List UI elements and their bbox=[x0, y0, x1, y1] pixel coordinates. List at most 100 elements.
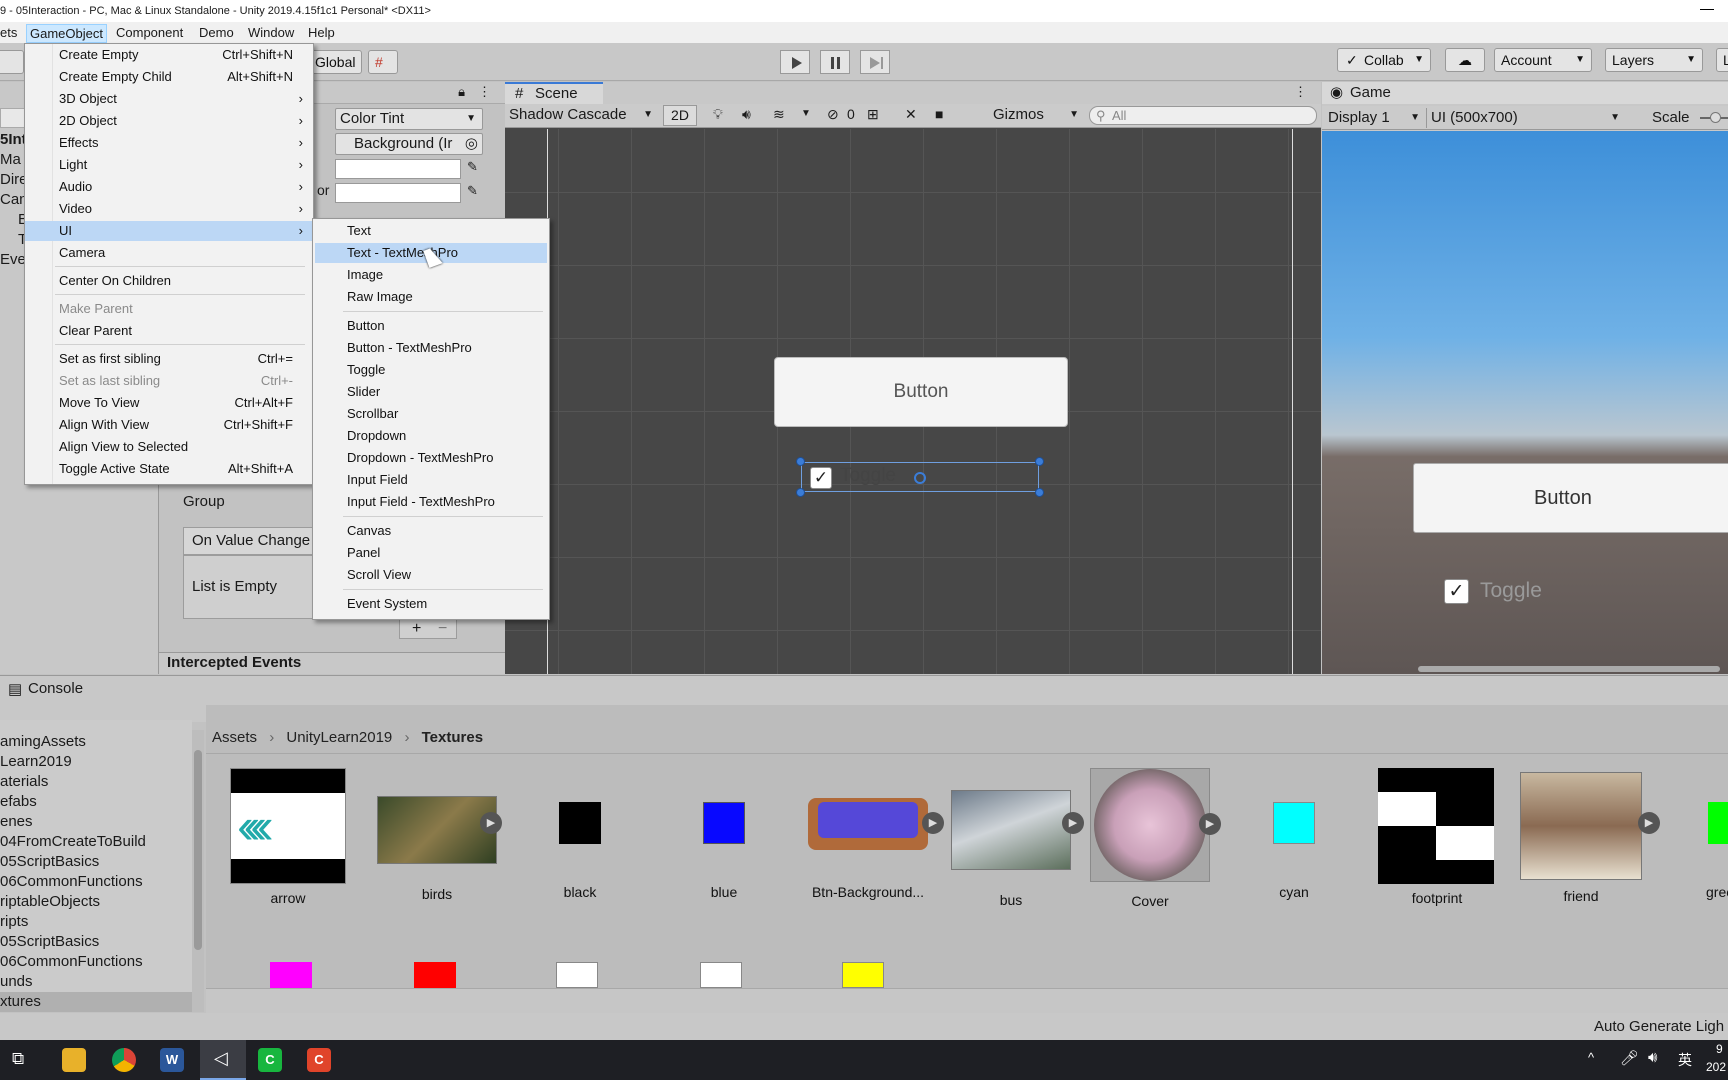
object-picker-icon[interactable]: ◎ bbox=[465, 134, 478, 154]
gizmos-dropdown[interactable]: Gizmos ▼ bbox=[993, 105, 1081, 125]
submenu-item-text[interactable]: Text bbox=[313, 221, 549, 241]
word-icon[interactable]: W bbox=[160, 1048, 184, 1072]
layers-dropdown[interactable]: Layers ▼ bbox=[1605, 48, 1703, 72]
menu-item-video[interactable]: Video › bbox=[25, 199, 313, 219]
folder-item[interactable]: amingAssets bbox=[0, 732, 86, 752]
folder-item[interactable]: 05ScriptBasics bbox=[0, 852, 99, 872]
asset-friend[interactable]: ▶ friend bbox=[1516, 768, 1660, 904]
task-view-icon[interactable]: ⧉ bbox=[12, 1049, 24, 1069]
menu-item-align-view-to-selected[interactable]: Align View to Selected bbox=[25, 437, 313, 457]
menu-component[interactable]: Component bbox=[113, 24, 186, 41]
submenu-item-event-system[interactable]: Event System bbox=[313, 594, 549, 614]
submenu-item-input-field[interactable]: Input Field bbox=[313, 470, 549, 490]
asset-white-preview[interactable] bbox=[700, 962, 742, 988]
collab-dropdown[interactable]: Collab ✓ ▼ bbox=[1337, 48, 1431, 72]
expand-arrow-icon[interactable]: ▶ bbox=[480, 812, 502, 834]
expand-arrow-icon[interactable]: ▶ bbox=[1199, 813, 1221, 835]
color-field[interactable] bbox=[335, 183, 461, 203]
resolution-dropdown[interactable]: UI (500x700) ▼ bbox=[1426, 108, 1620, 128]
folder-item-selected[interactable]: xtures bbox=[0, 992, 192, 1012]
checkmark-icon[interactable]: ✓ bbox=[1444, 579, 1469, 604]
menu-item-light[interactable]: Light › bbox=[25, 155, 313, 175]
scene-toggle-rect[interactable]: ✓ Toggle bbox=[796, 457, 1044, 497]
asset-cyan[interactable]: cyan bbox=[1236, 768, 1352, 900]
breadcrumb-textures[interactable]: Textures bbox=[422, 729, 483, 746]
asset-btn-background[interactable]: ▶ Btn-Background... bbox=[800, 768, 944, 900]
asset-cover[interactable]: ▶ Cover bbox=[1090, 768, 1221, 909]
game-viewport[interactable]: Button ✓ Toggle bbox=[1322, 131, 1728, 674]
2d-toggle[interactable]: 2D bbox=[663, 105, 697, 126]
menu-item-set-first-sibling[interactable]: Set as first sibling Ctrl+= bbox=[25, 349, 313, 369]
menu-item-move-to-view[interactable]: Move To View Ctrl+Alt+F bbox=[25, 393, 313, 413]
expand-arrow-icon[interactable]: ▶ bbox=[1638, 812, 1660, 834]
clock-date[interactable]: 202 bbox=[1706, 1060, 1726, 1074]
asset-red-preview[interactable] bbox=[414, 962, 456, 988]
breadcrumb-unitylearn[interactable]: UnityLearn2019 bbox=[286, 729, 392, 746]
expand-arrow-icon[interactable]: ▶ bbox=[1062, 812, 1084, 834]
shading-mode-dropdown[interactable]: Shadow Cascade ▼ bbox=[509, 105, 657, 125]
file-explorer-icon[interactable] bbox=[62, 1048, 86, 1072]
intercepted-events-header[interactable]: Intercepted Events bbox=[159, 652, 505, 674]
menu-item-create-empty-child[interactable]: Create Empty Child Alt+Shift+N bbox=[25, 67, 313, 87]
submenu-item-panel[interactable]: Panel bbox=[313, 543, 549, 563]
submenu-item-input-field-textmeshpro[interactable]: Input Field - TextMeshPro bbox=[313, 492, 549, 512]
clock-time[interactable]: 9 bbox=[1716, 1042, 1723, 1056]
color-field[interactable] bbox=[335, 159, 461, 179]
asset-magenta-preview[interactable] bbox=[270, 962, 312, 988]
submenu-item-slider[interactable]: Slider bbox=[313, 382, 549, 402]
ime-indicator[interactable]: 英 bbox=[1678, 1050, 1692, 1070]
folder-item[interactable]: unds bbox=[0, 972, 33, 992]
asset-bus[interactable]: ▶ bus bbox=[946, 768, 1084, 908]
rect-tool-icon[interactable] bbox=[0, 50, 24, 74]
asset-black[interactable]: black bbox=[522, 768, 638, 900]
layout-dropdown[interactable]: L bbox=[1716, 48, 1728, 72]
menu-help[interactable]: Help bbox=[305, 24, 338, 41]
expand-arrow-icon[interactable]: ▶ bbox=[922, 812, 944, 834]
menu-item-3d-object[interactable]: 3D Object › bbox=[25, 89, 313, 109]
tray-chevron-icon[interactable]: ^ bbox=[1588, 1050, 1594, 1065]
pause-button[interactable] bbox=[820, 50, 850, 74]
cloud-button[interactable]: ☁ bbox=[1445, 48, 1485, 72]
microphone-icon[interactable]: 🎤︎ bbox=[1620, 1049, 1639, 1067]
eyedropper-icon[interactable]: ✎ bbox=[467, 159, 478, 175]
lock-icon[interactable]: 🔒︎ bbox=[458, 84, 465, 100]
submenu-item-dropdown-textmeshpro[interactable]: Dropdown - TextMeshPro bbox=[313, 448, 549, 468]
game-button[interactable]: Button bbox=[1413, 463, 1728, 533]
tab-scene[interactable]: # Scene bbox=[505, 82, 603, 104]
hidden-objects-icon[interactable]: ⊘ bbox=[827, 106, 839, 123]
asset-green[interactable]: gree bbox=[1676, 768, 1728, 900]
menu-item-center-on-children[interactable]: Center On Children bbox=[25, 271, 313, 291]
submenu-item-scroll-view[interactable]: Scroll View bbox=[313, 565, 549, 585]
menu-item-2d-object[interactable]: 2D Object › bbox=[25, 111, 313, 131]
panel-menu-icon[interactable]: ⋮ bbox=[1294, 84, 1307, 100]
asset-white-preview[interactable] bbox=[556, 962, 598, 988]
submenu-item-raw-image[interactable]: Raw Image bbox=[313, 287, 549, 307]
folder-item[interactable]: ripts bbox=[0, 912, 28, 932]
menu-item-align-with-view[interactable]: Align With View Ctrl+Shift+F bbox=[25, 415, 313, 435]
tab-console[interactable]: ▤ Console bbox=[8, 680, 83, 698]
folder-item[interactable]: 04FromCreateToBuild bbox=[0, 832, 146, 852]
submenu-item-canvas[interactable]: Canvas bbox=[313, 521, 549, 541]
eyedropper-icon[interactable]: ✎ bbox=[467, 183, 478, 199]
target-graphic-field[interactable]: Background (Ir ◎ bbox=[335, 133, 483, 155]
tree-scrollbar-thumb[interactable] bbox=[194, 750, 202, 950]
asset-birds[interactable]: ▶ birds bbox=[372, 768, 502, 902]
tab-game[interactable]: ◉ Game bbox=[1322, 82, 1422, 104]
step-button[interactable] bbox=[860, 50, 890, 74]
folder-item[interactable]: efabs bbox=[0, 792, 37, 812]
camtasia-icon[interactable]: C bbox=[258, 1048, 282, 1072]
asset-blue[interactable]: blue bbox=[666, 768, 782, 900]
chrome-icon[interactable] bbox=[112, 1048, 136, 1072]
folder-item[interactable]: Learn2019 bbox=[0, 752, 72, 772]
display-dropdown[interactable]: Display 1 ▼ bbox=[1328, 108, 1420, 128]
tools-icon[interactable]: ✕ bbox=[905, 106, 917, 123]
panel-menu-icon[interactable]: ⋮ bbox=[478, 84, 491, 100]
pivot-handle[interactable] bbox=[914, 472, 926, 484]
volume-icon[interactable]: 🔊︎ bbox=[1648, 1049, 1657, 1066]
transition-dropdown[interactable]: Color Tint ▼ bbox=[335, 108, 483, 130]
folder-item[interactable]: enes bbox=[0, 812, 33, 832]
scene-viewport[interactable]: Button ✓ Toggle bbox=[505, 129, 1321, 674]
horizontal-scrollbar[interactable] bbox=[1418, 666, 1720, 672]
remove-event-button[interactable]: − bbox=[438, 620, 447, 638]
submenu-item-toggle[interactable]: Toggle bbox=[313, 360, 549, 380]
